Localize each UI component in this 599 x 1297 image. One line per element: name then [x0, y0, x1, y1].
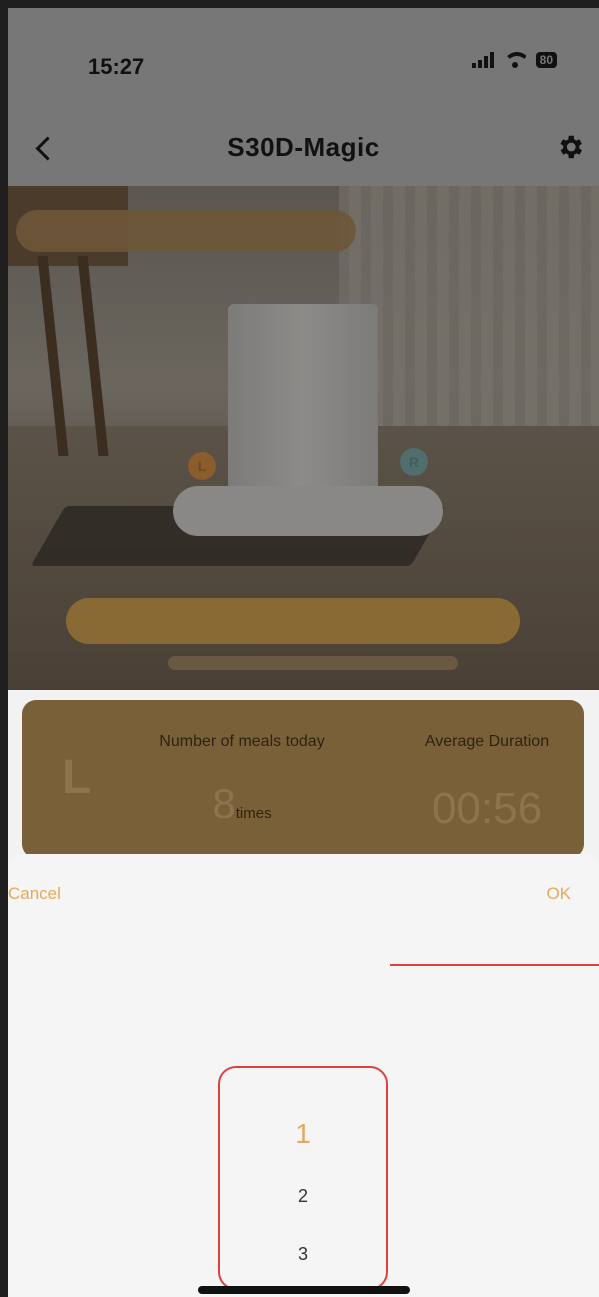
signal-icon — [471, 52, 494, 68]
meal-stats-card: L Number of meals today 8times Average D… — [22, 700, 584, 858]
annotation-line — [390, 964, 599, 966]
feeder-tower — [228, 304, 378, 514]
meals-unit: times — [235, 805, 272, 822]
meals-label: Number of meals today — [159, 733, 325, 750]
meals-count: 8 — [212, 780, 236, 827]
food-level-bar — [66, 598, 520, 644]
status-time: 15:27 — [88, 54, 145, 79]
feeder-base — [173, 486, 443, 536]
status-bar: 15:27 80 — [8, 8, 599, 108]
status-icons: 80 — [471, 52, 557, 68]
home-indicator[interactable] — [198, 1286, 410, 1294]
device-preview-image: L R — [8, 186, 599, 690]
cancel-button[interactable]: Cancel — [8, 884, 61, 904]
settings-gear-icon[interactable] — [555, 132, 585, 162]
app-header: S30D-Magic — [8, 108, 599, 186]
curtain-background — [339, 186, 599, 436]
battery-icon: 80 — [535, 52, 557, 68]
meals-value: 8times — [152, 780, 332, 828]
number-picker[interactable]: 1 2 3 — [218, 1066, 388, 1290]
device-status-pill — [16, 210, 356, 252]
picker-sheet: Cancel OK 1 2 3 — [8, 854, 599, 1297]
picker-option[interactable]: 2 — [220, 1186, 386, 1207]
page-title: S30D-Magic — [227, 132, 380, 162]
duration-label: Average Duration — [424, 733, 550, 750]
right-bowl-badge[interactable]: R — [400, 448, 428, 476]
left-bowl-badge[interactable]: L — [188, 452, 216, 480]
picker-option[interactable]: 3 — [220, 1244, 386, 1265]
picker-option-selected[interactable]: 1 — [220, 1118, 386, 1150]
wifi-icon — [503, 52, 526, 68]
food-level-caption — [168, 656, 458, 670]
duration-value: 00:56 — [431, 784, 543, 833]
phone-screen: 15:27 80 S30D-Magic L R L Number of meal… — [8, 8, 599, 1297]
ok-button[interactable]: OK — [546, 884, 571, 904]
bowl-letter: L — [62, 751, 92, 804]
